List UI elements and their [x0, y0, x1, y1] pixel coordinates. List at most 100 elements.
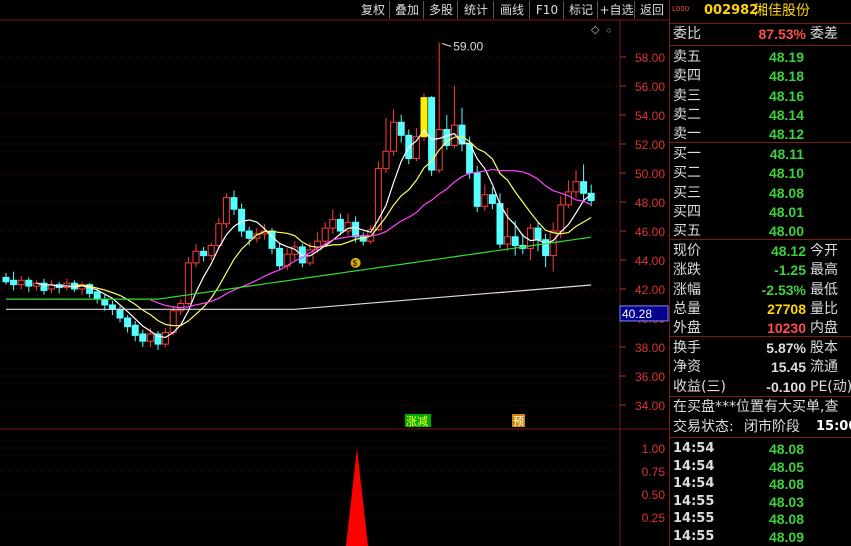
- quote-row-3-value: 27708: [767, 300, 806, 317]
- ask-row-0-value: 48.19: [768, 49, 804, 65]
- ask-row-4: 卖一 48.12: [670, 125, 851, 143]
- status-label: 交易状态:: [673, 419, 734, 435]
- quote-row-3-label: 总量: [673, 300, 701, 317]
- status-time: 15:00:: [816, 419, 851, 434]
- quote-row-0-label: 现价: [673, 243, 701, 259]
- tick-row-0-value: 48.08: [768, 441, 804, 457]
- tick-row-0: 14:54 48.08: [670, 440, 851, 458]
- quote-row-0-value: 48.12: [770, 243, 806, 259]
- tick-row-4-label: 14:55: [673, 511, 715, 527]
- bid-row-0-value: 48.11: [769, 146, 804, 162]
- ask-row-2-value: 48.16: [768, 87, 804, 104]
- candle-body: [352, 221, 360, 238]
- price-tick-label: 58.00: [635, 51, 665, 65]
- quote-row-2: 涨幅 -2.53% 最低: [670, 281, 851, 299]
- candle-body: [116, 308, 124, 319]
- quote-row-2-label: 涨幅: [673, 281, 701, 298]
- tick-row-5: 14:55 48.09: [670, 528, 851, 546]
- ask-row-4-label: 卖一: [673, 126, 701, 143]
- bid-row-4: 买五 48.00: [670, 222, 851, 240]
- candle-body: [572, 181, 580, 193]
- bid-row-0: 买一 48.11: [670, 145, 851, 163]
- quote-row-2-label2: 最低: [810, 281, 838, 298]
- candle-body: [25, 279, 33, 287]
- price-tick-label: 48.00: [635, 196, 665, 210]
- candle-body: [184, 262, 192, 304]
- bid-row-3-label: 买四: [673, 203, 701, 220]
- price-tick-label: 46.00: [635, 225, 665, 239]
- candle-body: [108, 304, 116, 310]
- candle-body: [496, 202, 504, 245]
- quote2-row-2: 收益(三) -0.100 PE(动): [670, 378, 851, 396]
- quote-row-1-label: 涨跌: [673, 262, 701, 279]
- circle-icon: ○: [606, 25, 611, 35]
- candle-body: [101, 298, 109, 306]
- candle-body: [146, 333, 154, 342]
- ind-tick-label: 0.75: [642, 465, 666, 479]
- tick-row-5-value: 48.09: [768, 529, 804, 545]
- quote-row-2-value: -2.53%: [761, 281, 806, 298]
- quote2-row-1-value: 15.45: [770, 359, 806, 376]
- stock-badge: L000: [672, 5, 690, 13]
- candle-body: [2, 276, 10, 283]
- quote-row-4-label: 外盘: [673, 320, 701, 337]
- candle-body: [207, 245, 215, 257]
- ask-row-3-value: 48.14: [768, 106, 804, 123]
- quote2-row-0-label: 换手: [673, 340, 701, 356]
- indicator-spike: [346, 448, 368, 546]
- quote-row-4-value: 10230: [767, 320, 806, 337]
- kline-chart[interactable]: 58.00 56.00 54.00 52.00 50.00 48.00 46.00 44.00…: [0, 0, 669, 546]
- candle-body: [488, 194, 496, 204]
- stock-name: 湘佳股份: [754, 3, 810, 19]
- quote-row-1-value: -1.25: [774, 262, 806, 279]
- ask-row-1: 卖四 48.18: [670, 67, 851, 85]
- marker-zhangjian: 涨减: [406, 415, 428, 428]
- trade-status: 交易状态: 闭市阶段 15:00:: [670, 418, 851, 436]
- quote2-row-0: 换手 5.87% 股本: [670, 339, 851, 357]
- quote2-row-1-label: 净资: [673, 359, 701, 376]
- weibi-row: 委比 87.53% 委差: [670, 25, 851, 43]
- crosshair-price: 40.28: [622, 307, 652, 321]
- quote-row-0-label2: 今开: [810, 243, 838, 259]
- weibi-label: 委比: [673, 26, 701, 42]
- tick-row-3-value: 48.03: [768, 493, 804, 510]
- quote2-row-1-label2: 流通: [810, 359, 838, 376]
- candle-body: [215, 223, 223, 246]
- tick-row-2-value: 48.08: [768, 476, 804, 493]
- quote2-row-2-label2: PE(动): [810, 378, 851, 395]
- tick-row-1-value: 48.05: [768, 458, 804, 475]
- candle-body: [587, 192, 595, 202]
- bid-row-4-label: 买五: [673, 223, 701, 240]
- ask-row-3: 卖二 48.14: [670, 106, 851, 124]
- tick-row-2-label: 14:54: [673, 476, 715, 492]
- price-tick-label: 50.00: [635, 167, 665, 181]
- high-price-label: 59.00: [453, 40, 483, 54]
- quote-row-4-label2: 内盘: [810, 320, 838, 337]
- quote2-row-0-label2: 股本: [810, 340, 838, 356]
- quote-row-4: 外盘 10230 内盘: [670, 319, 851, 337]
- ma60-line: [6, 236, 592, 300]
- price-tick-label: 36.00: [635, 370, 665, 384]
- candle-body: [481, 194, 489, 207]
- quote2-row-0-value: 5.87%: [766, 340, 806, 356]
- candle-body: [336, 218, 344, 232]
- bid-row-3-value: 48.01: [768, 203, 804, 220]
- candle-body: [557, 204, 565, 232]
- ask-row-4-value: 48.12: [768, 126, 804, 143]
- quote-row-1: 涨跌 -1.25 最高: [670, 261, 851, 279]
- candle-body: [162, 332, 170, 345]
- candle-body: [200, 250, 208, 257]
- candle-body: [230, 197, 238, 210]
- candle-body: [139, 333, 147, 342]
- candle-body: [93, 291, 101, 300]
- candle-body: [473, 172, 481, 207]
- weicha-label: 委差: [810, 26, 838, 42]
- candle-body: [192, 250, 200, 264]
- bid-row-2-value: 48.08: [768, 184, 804, 201]
- candle-body: [17, 279, 25, 286]
- tick-row-4-value: 48.08: [768, 511, 804, 528]
- marker-yu: 预: [513, 415, 524, 428]
- high-leader: [442, 43, 452, 47]
- bid-row-0-label: 买一: [673, 146, 701, 162]
- price-tick-label: 54.00: [635, 109, 665, 123]
